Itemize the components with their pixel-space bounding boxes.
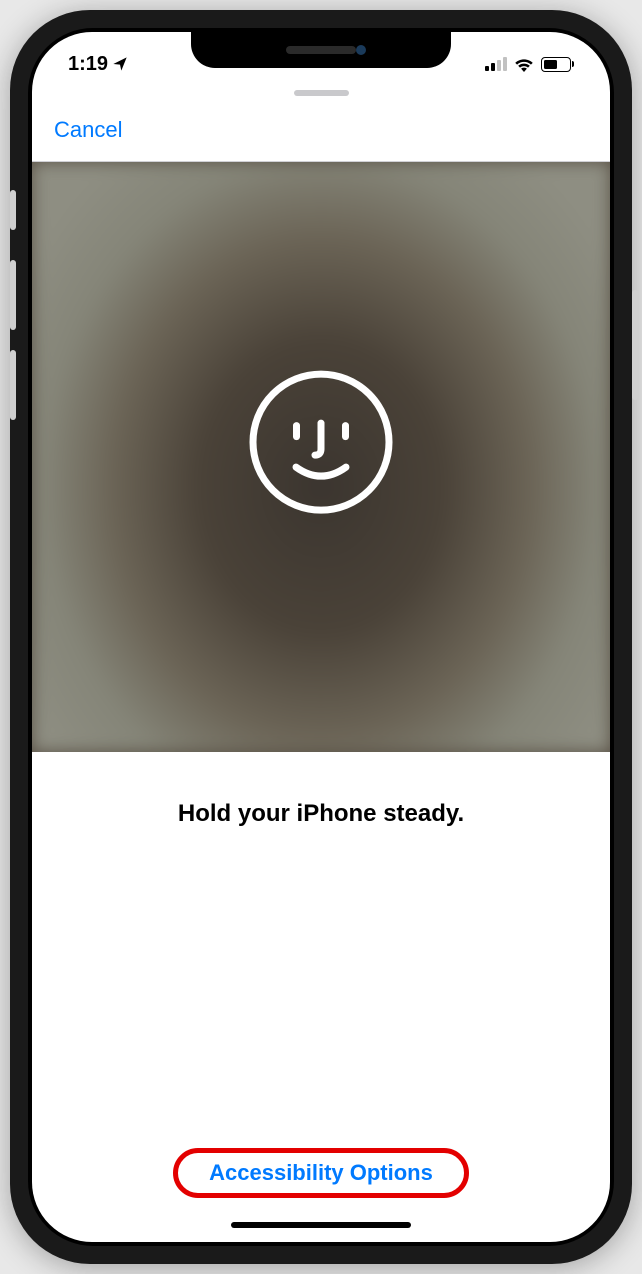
- wifi-icon: [514, 57, 534, 72]
- screen: 1:19: [32, 32, 610, 1242]
- battery-icon: [541, 57, 574, 72]
- instruction-text: Hold your iPhone steady.: [62, 800, 580, 828]
- cancel-button[interactable]: Cancel: [54, 117, 122, 143]
- power-button: [632, 290, 638, 400]
- face-id-icon: [246, 367, 396, 522]
- accessibility-options-button[interactable]: Accessibility Options: [185, 1148, 457, 1198]
- navigation-bar: Cancel: [32, 98, 610, 162]
- camera-preview: [32, 162, 610, 752]
- front-camera-dot: [356, 45, 366, 55]
- volume-up-button: [10, 260, 16, 330]
- instruction-area: Hold your iPhone steady.: [32, 752, 610, 828]
- cellular-signal-icon: [485, 57, 507, 71]
- volume-down-button: [10, 350, 16, 420]
- sheet-grabber[interactable]: [32, 84, 610, 98]
- location-icon: [112, 56, 128, 72]
- mute-switch: [10, 190, 16, 230]
- notch: [191, 32, 451, 68]
- home-indicator[interactable]: [231, 1222, 411, 1228]
- speaker-grille: [286, 46, 356, 54]
- status-time: 1:19: [68, 53, 108, 76]
- iphone-device-frame: 1:19: [10, 10, 632, 1264]
